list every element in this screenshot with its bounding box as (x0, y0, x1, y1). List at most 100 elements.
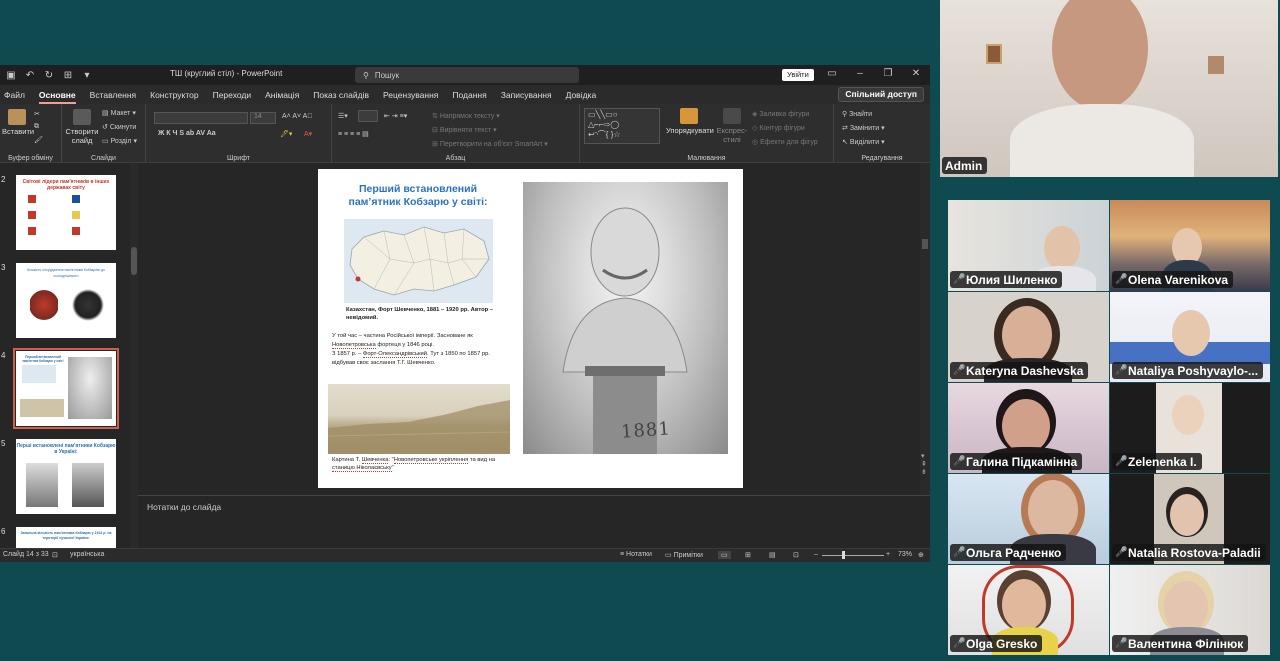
zoom-in-icon[interactable]: + (886, 551, 890, 558)
tab-record[interactable]: Записування (501, 90, 552, 100)
search-box[interactable]: ⚲ Пошук (355, 67, 579, 83)
slides-group: Створити слайд ▤ Макет ▾ ↺ Скинути ▭ Роз… (62, 104, 146, 163)
fit-slide-icon[interactable]: ⊕ (918, 551, 924, 559)
participant-name-bar: 🎤 Kateryna Dashevska (950, 362, 1089, 379)
share-button[interactable]: Спільний доступ (838, 87, 924, 102)
redo-icon[interactable]: ↻ (41, 67, 57, 83)
notes-toggle[interactable]: ≡ Нотатки (620, 551, 652, 558)
present-icon[interactable]: ⊞ (60, 67, 76, 83)
cut-icon[interactable]: ✂ (34, 110, 40, 118)
alignment-icons[interactable]: ≡ ≡ ≡ ≡ ▤ (338, 130, 369, 138)
bullets-icon[interactable]: ☰▾ (338, 112, 348, 120)
scrollbar-thumb[interactable] (922, 239, 928, 249)
slide-sorter-icon[interactable]: ⊞ (745, 551, 751, 559)
video-tile[interactable]: 🎤 Olena Varenikova (1110, 200, 1270, 291)
smartart-button[interactable]: ⊞ Перетворити на об'єкт SmartArt ▾ (432, 140, 548, 148)
tab-slideshow[interactable]: Показ слайдів (313, 90, 369, 100)
shape-outline-button[interactable]: ◇ Контур фігури (752, 124, 805, 132)
undo-icon[interactable]: ↶ (22, 67, 38, 83)
video-tile[interactable]: 🎤 Ольга Радченко (948, 474, 1109, 564)
sign-in-button[interactable]: Увійти (782, 69, 814, 81)
restore-icon[interactable]: ❐ (878, 68, 898, 79)
video-tile-admin[interactable]: Admin (940, 0, 1278, 177)
zoom-out-icon[interactable]: – (814, 551, 818, 558)
video-tile[interactable]: 🎤 Галина Підкамінна (948, 383, 1109, 473)
zoom-slider[interactable] (822, 555, 884, 556)
slide-thumbnail[interactable]: Кількість спорудження пам'ятників Кобзар… (16, 263, 116, 338)
thumbnails-scrollbar[interactable] (130, 163, 138, 548)
normal-view-icon[interactable]: ▭ (718, 551, 731, 559)
format-painter-icon[interactable]: 🖌 (34, 136, 43, 144)
paste-button[interactable]: Вставити (2, 109, 34, 136)
thumb-title: Світові лідери пам'ятників в інших держа… (22, 179, 110, 191)
ribbon-display-icon[interactable]: ▭ (822, 68, 842, 79)
quick-styles-button[interactable]: Експрес-стилі (714, 108, 750, 144)
customize-toolbar-icon[interactable]: ▾ (79, 67, 95, 83)
font-grow-icon[interactable]: A˄ A˅ A⃠ (282, 113, 313, 120)
new-slide-button[interactable]: Створити слайд (64, 109, 100, 145)
section-button[interactable]: ▭ Розділ ▾ (102, 137, 137, 145)
reading-view-icon[interactable]: ▤ (769, 551, 776, 559)
video-tile[interactable]: 🎤 Kateryna Dashevska (948, 292, 1109, 382)
body-underlined-1: Новопетровська (332, 342, 376, 349)
tab-home[interactable]: Основне (38, 90, 76, 104)
select-button[interactable]: ↖ Виділити ▾ (842, 138, 885, 146)
accessibility-icon[interactable]: ⊡ (52, 551, 58, 559)
zoom-slider-thumb[interactable] (842, 551, 845, 559)
slide-thumbnail-selected[interactable]: Перший встановлений пам'ятник Кобзарю у … (13, 348, 119, 429)
video-tile[interactable]: 🎤 Zelenenka I. (1110, 383, 1270, 473)
copy-icon[interactable]: ⧉ (34, 123, 39, 131)
painting-caption: Картина Т. Шевченка: "Новопетровське укр… (332, 457, 512, 472)
close-icon[interactable]: ✕ (906, 68, 926, 79)
highlight-icon[interactable]: 🖊▾ (280, 130, 292, 138)
notes-pane[interactable]: Нотатки до слайда (138, 495, 930, 548)
scroll-arrows-icon[interactable]: ▾ ⇞ ⇟ (921, 453, 927, 477)
language-indicator[interactable]: українська (70, 551, 104, 558)
video-tile[interactable]: 🎤 Юлия Шиленко (948, 200, 1109, 291)
comments-toggle[interactable]: ▭ Примітки (665, 551, 703, 559)
font-size-box[interactable]: 14 (250, 112, 276, 124)
video-tile[interactable]: 🎤 Nataliya Poshyvaylo-... (1110, 292, 1270, 382)
slide[interactable]: Перший встановлений пам’ятник Кобзарю у … (318, 169, 743, 488)
video-tile[interactable]: 🎤 Валентина Філінюк (1110, 565, 1270, 655)
indent-icons[interactable]: ⇤ ⇥ ≡▾ (384, 112, 407, 120)
shape-fill-button[interactable]: ◈ Заливка фігури (752, 110, 809, 118)
minimize-icon[interactable]: – (850, 68, 870, 79)
slide-thumbnail[interactable]: Світові лідери пам'ятників в інших держа… (16, 175, 116, 250)
tab-view[interactable]: Подання (452, 90, 486, 100)
video-tile[interactable]: 🎤 Natalia Rostova-Paladii (1110, 474, 1270, 564)
notes-placeholder[interactable]: Нотатки до слайда (147, 502, 221, 512)
reset-button[interactable]: ↺ Скинути (102, 123, 136, 131)
title-bar: ▣ ↶ ↻ ⊞ ▾ ТШ (круглий стіл) - PowerPoint… (0, 65, 930, 85)
layout-button[interactable]: ▤ Макет ▾ (102, 109, 136, 117)
video-tile[interactable]: 🎤 Olga Gresko (948, 565, 1109, 655)
find-button[interactable]: ⚲ Знайти (842, 110, 872, 118)
slide-scrollbar[interactable]: ▾ ⇞ ⇟ (920, 163, 930, 495)
slide-thumbnail[interactable]: Перші встановлені пам'ятники Кобзарю в У… (16, 439, 116, 514)
text-direction-button[interactable]: ⇅ Напрямок тексту ▾ (432, 112, 500, 120)
font-name-box[interactable] (154, 112, 248, 124)
slideshow-icon[interactable]: ⊡ (793, 551, 799, 559)
tab-help[interactable]: Довідка (566, 90, 597, 100)
editing-group-label: Редагування (861, 155, 903, 162)
arrange-button[interactable]: Упорядкувати (666, 108, 714, 135)
tab-review[interactable]: Рецензування (383, 90, 438, 100)
tab-file[interactable]: Файл (4, 90, 25, 100)
font-format-icons[interactable]: Ж К Ч S ab AV Aa (158, 130, 216, 137)
numbering-icon[interactable] (358, 110, 378, 122)
align-text-button[interactable]: ⊟ Вирівняти текст ▾ (432, 126, 497, 134)
participant-name: Natalia Rostova-Paladii (1128, 545, 1261, 560)
save-icon[interactable]: ▣ (3, 67, 19, 83)
replace-button[interactable]: ⇄ Замінити ▾ (842, 124, 885, 132)
zoom-level[interactable]: 73% (898, 551, 912, 558)
slide-thumbnail[interactable]: Загальна кількість пам'ятників Кобзарю у… (16, 527, 116, 548)
shapes-gallery[interactable]: ▭╲╲▭○ △⌐⌐⇨◯ ↩◝⌒{ }☆ (584, 108, 660, 144)
slide-title[interactable]: Перший встановлений пам’ятник Кобзарю у … (338, 183, 498, 209)
scrollbar-thumb[interactable] (131, 247, 137, 275)
tab-transitions[interactable]: Переходи (213, 90, 252, 100)
shape-effects-button[interactable]: ◎ Ефекти для фігур (752, 138, 818, 146)
tab-insert[interactable]: Вставлення (90, 90, 136, 100)
tab-animations[interactable]: Анімація (265, 90, 299, 100)
tab-design[interactable]: Конструктор (150, 90, 198, 100)
font-color-icon[interactable]: A▾ (304, 130, 312, 138)
